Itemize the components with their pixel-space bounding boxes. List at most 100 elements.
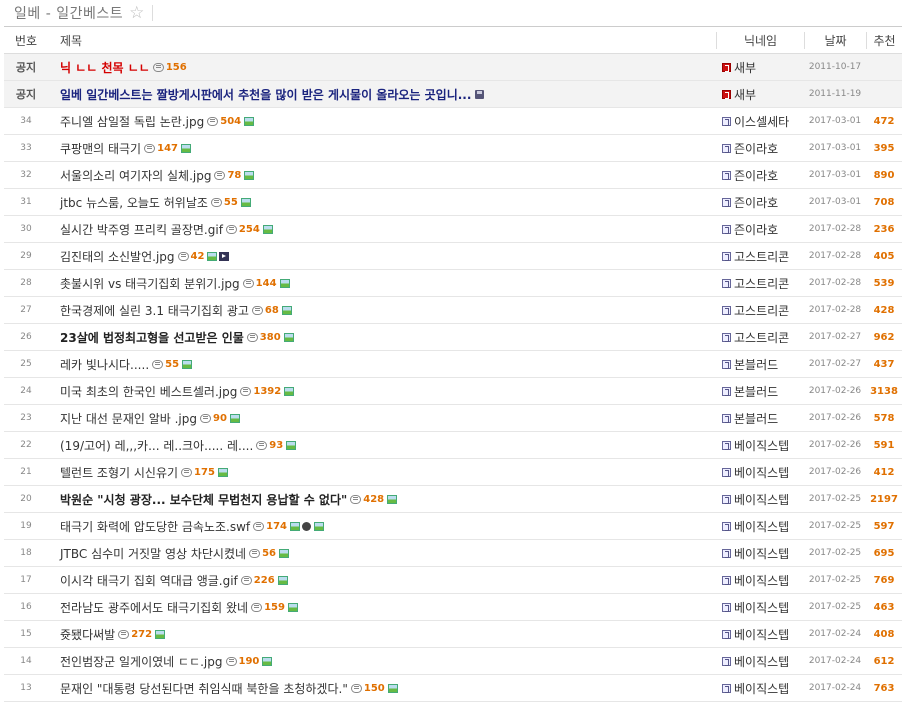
comment-count[interactable]: 144 <box>242 278 277 289</box>
author-nickname[interactable]: 베이직스텝 <box>734 599 789 616</box>
author-nickname[interactable]: 이스셀세타 <box>734 113 789 130</box>
comment-count[interactable]: 55 <box>152 359 179 370</box>
author-cell[interactable]: 본블러드 <box>716 356 804 373</box>
post-title-link[interactable]: 전인범장군 일게이였네 ㄷㄷ.jpg <box>60 653 223 670</box>
comment-count[interactable]: 156 <box>152 62 187 73</box>
comment-count[interactable]: 1392 <box>240 386 281 397</box>
post-title-link[interactable]: 주니엘 삼일절 독립 논란.jpg <box>60 113 204 130</box>
table-row[interactable]: 28 촛불시위 vs 태극기집회 분위기.jpg 144 고스트리콘 2017-02-2… <box>4 270 902 297</box>
post-title-link[interactable]: 태극기 화력에 압도당한 금속노조.swf <box>60 518 250 535</box>
author-nickname[interactable]: 베이직스텝 <box>734 491 789 508</box>
comment-count[interactable]: 42 <box>177 251 204 262</box>
post-title-link[interactable]: 서울의소리 여기자의 실체.jpg <box>60 167 211 184</box>
comment-count[interactable]: 174 <box>253 521 287 532</box>
table-row[interactable]: 23 지난 대선 문재인 알바 .jpg 90 본블러드 2017-02-26 578 <box>4 405 902 432</box>
comment-count[interactable]: 272 <box>118 629 152 640</box>
comment-count[interactable]: 90 <box>200 413 227 424</box>
comment-count[interactable]: 78 <box>214 170 241 181</box>
post-title-link[interactable]: 레카 빛나시다..... <box>60 356 149 373</box>
comment-count[interactable]: 504 <box>207 116 241 127</box>
table-row[interactable]: 16 전라남도 광주에서도 태극기집회 왔네 159 베이직스텝 2017-02-25 4… <box>4 594 902 621</box>
table-row[interactable]: 25 레카 빛나시다..... 55 본블러드 2017-02-27 437 <box>4 351 902 378</box>
post-title-link[interactable]: JTBC 심수미 거짓말 영상 차단시켰네 <box>60 545 246 562</box>
post-title-link[interactable]: 23살에 법정최고형을 선고받은 인물 <box>60 329 244 346</box>
post-title-link[interactable]: 이시각 태극기 집회 역대급 앵글.gif <box>60 572 238 589</box>
author-nickname[interactable]: 새부 <box>734 59 756 76</box>
comment-count[interactable]: 226 <box>240 575 275 586</box>
author-cell[interactable]: 베이직스텝 <box>716 545 804 562</box>
author-nickname[interactable]: 베이직스텝 <box>734 653 789 670</box>
comment-count[interactable]: 150 <box>350 683 385 694</box>
table-row[interactable]: 14 전인범장군 일게이였네 ㄷㄷ.jpg 190 베이직스텝 2017-02-24 61… <box>4 648 902 675</box>
post-title-link[interactable]: 미국 최초의 한국인 베스트셀러.jpg <box>60 383 237 400</box>
post-title-link[interactable]: 쿠팡맨의 태극기 <box>60 140 141 157</box>
table-row[interactable]: 15 쥿됐다써발 272 베이직스텝 2017-02-24 408 <box>4 621 902 648</box>
table-row[interactable]: 33 쿠팡맨의 태극기 147 즌이라호 2017-03-01 395 <box>4 135 902 162</box>
author-nickname[interactable]: 베이직스텝 <box>734 464 789 481</box>
post-title-link[interactable]: 문재인 "대통령 당선된다면 취임식때 북한을 초청하겠다." <box>60 680 348 697</box>
table-row[interactable]: 30 실시간 박주영 프리킥 골장면.gif 254 즌이라호 2017-02-28 23… <box>4 216 902 243</box>
author-cell[interactable]: 고스트리콘 <box>716 329 804 346</box>
author-cell[interactable]: 베이직스텝 <box>716 572 804 589</box>
author-cell[interactable]: 즌이라호 <box>716 140 804 157</box>
post-title-link[interactable]: 지난 대선 문재인 알바 .jpg <box>60 410 197 427</box>
author-nickname[interactable]: 즌이라호 <box>734 167 778 184</box>
table-row[interactable]: 20 박원순 "시청 광장... 보수단체 무법천지 용납할 수 없다" 428 베이… <box>4 486 902 513</box>
table-row[interactable]: 13 문재인 "대통령 당선된다면 취임식때 북한을 초청하겠다." 150 베이직스… <box>4 675 902 702</box>
author-nickname[interactable]: 베이직스텝 <box>734 572 789 589</box>
author-nickname[interactable]: 베이직스텝 <box>734 626 789 643</box>
table-row[interactable]: 34 주니엘 삼일절 독립 논란.jpg 504 이스셀세타 2017-03-01 472 <box>4 108 902 135</box>
author-cell[interactable]: 즌이라호 <box>716 221 804 238</box>
author-cell[interactable]: 고스트리콘 <box>716 248 804 265</box>
author-nickname[interactable]: 본블러드 <box>734 383 778 400</box>
table-row[interactable]: 17 이시각 태극기 집회 역대급 앵글.gif 226 베이직스텝 2017-02-2… <box>4 567 902 594</box>
author-cell[interactable]: 이스셀세타 <box>716 113 804 130</box>
post-title-link[interactable]: 닉 ㄴㄴ 천목 ㄴㄴ <box>60 59 150 76</box>
table-row[interactable]: 19 태극기 화력에 압도당한 금속노조.swf 174 베이직스텝 2017-02-2… <box>4 513 902 540</box>
author-cell[interactable]: 베이직스텝 <box>716 437 804 454</box>
author-nickname[interactable]: 고스트리콘 <box>734 275 789 292</box>
author-nickname[interactable]: 새부 <box>734 86 756 103</box>
author-cell[interactable]: 베이직스텝 <box>716 464 804 481</box>
author-nickname[interactable]: 베이직스텝 <box>734 545 789 562</box>
post-title-link[interactable]: 텔런트 조형기 시신유기 <box>60 464 178 481</box>
comment-count[interactable]: 55 <box>210 197 238 208</box>
post-title-link[interactable]: 한국경제에 실린 3.1 태극기집회 광고 <box>60 302 249 319</box>
table-row[interactable]: 18 JTBC 심수미 거짓말 영상 차단시켰네 56 베이직스텝 2017-02-25… <box>4 540 902 567</box>
table-row[interactable]: 21 텔런트 조형기 시신유기 175 베이직스텝 2017-02-26 412 <box>4 459 902 486</box>
post-title-link[interactable]: 실시간 박주영 프리킥 골장면.gif <box>60 221 223 238</box>
author-cell[interactable]: 새부 <box>716 86 804 103</box>
table-row[interactable]: 32 서울의소리 여기자의 실체.jpg 78 즌이라호 2017-03-01 890 <box>4 162 902 189</box>
favorite-star-icon[interactable]: ☆ <box>129 4 144 22</box>
post-title-link[interactable]: 김진태의 소신발언.jpg <box>60 248 175 265</box>
comment-count[interactable]: 93 <box>256 440 283 451</box>
author-cell[interactable]: 베이직스텝 <box>716 653 804 670</box>
author-cell[interactable]: 본블러드 <box>716 383 804 400</box>
author-nickname[interactable]: 베이직스텝 <box>734 518 789 535</box>
author-cell[interactable]: 고스트리콘 <box>716 302 804 319</box>
post-title-link[interactable]: 일베 일간베스트는 짤방게시판에서 추천을 많이 받은 게시물이 올라오는 곳입… <box>60 86 471 103</box>
author-nickname[interactable]: 본블러드 <box>734 356 778 373</box>
author-nickname[interactable]: 베이직스텝 <box>734 680 789 697</box>
author-cell[interactable]: 베이직스텝 <box>716 626 804 643</box>
board-title[interactable]: 일베 - 일간베스트 <box>14 3 123 23</box>
table-row[interactable]: 22 (19/고어) 레,,,카... 레..크아..... 레.... 93 베이직… <box>4 432 902 459</box>
table-row[interactable]: 27 한국경제에 실린 3.1 태극기집회 광고 68 고스트리콘 2017-02-28… <box>4 297 902 324</box>
comment-count[interactable]: 254 <box>225 224 260 235</box>
comment-count[interactable]: 175 <box>181 467 215 478</box>
comment-count[interactable]: 380 <box>246 332 281 343</box>
author-nickname[interactable]: 본블러드 <box>734 410 778 427</box>
table-row[interactable]: 29 김진태의 소신발언.jpg 42 고스트리콘 2017-02-28 405 <box>4 243 902 270</box>
post-title-link[interactable]: 쥿됐다써발 <box>60 626 115 643</box>
post-title-link[interactable]: (19/고어) 레,,,카... 레..크아..... 레.... <box>60 437 253 454</box>
author-nickname[interactable]: 고스트리콘 <box>734 329 789 346</box>
comment-count[interactable]: 147 <box>144 143 178 154</box>
table-row[interactable]: 31 jtbc 뉴스룸, 오늘도 허위날조 55 즌이라호 2017-03-01 708 <box>4 189 902 216</box>
author-cell[interactable]: 베이직스텝 <box>716 518 804 535</box>
table-row[interactable]: 24 미국 최초의 한국인 베스트셀러.jpg 1392 본블러드 2017-02-26… <box>4 378 902 405</box>
post-title-link[interactable]: 박원순 "시청 광장... 보수단체 무법천지 용납할 수 없다" <box>60 491 347 508</box>
author-cell[interactable]: 베이직스텝 <box>716 491 804 508</box>
table-row[interactable]: 공지 일베 일간베스트는 짤방게시판에서 추천을 많이 받은 게시물이 올라오는 … <box>4 81 902 108</box>
comment-count[interactable]: 68 <box>251 305 279 316</box>
comment-count[interactable]: 428 <box>350 494 384 505</box>
